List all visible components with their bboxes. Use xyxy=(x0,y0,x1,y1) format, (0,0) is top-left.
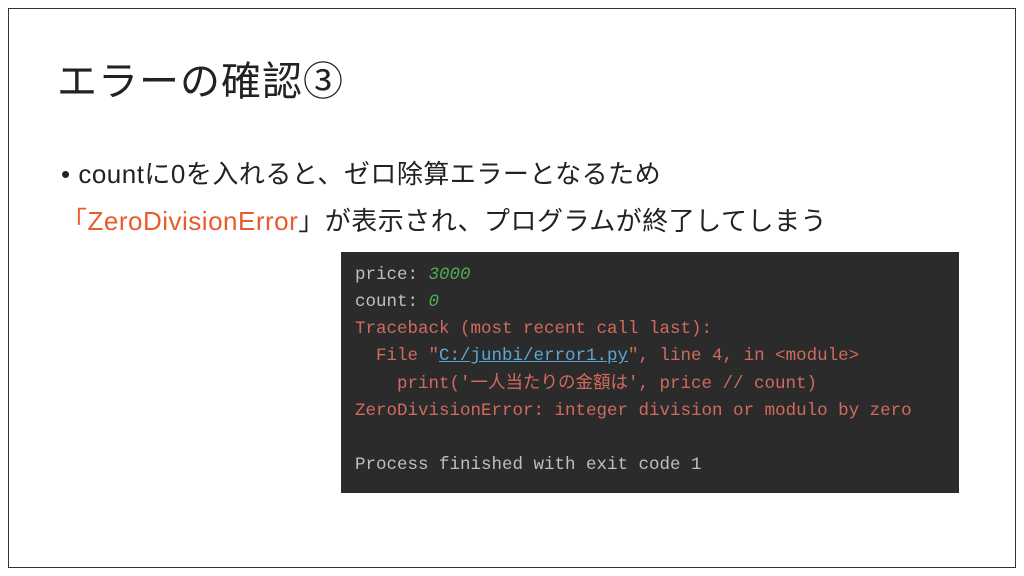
error-line: ZeroDivisionError: integer division or m… xyxy=(355,401,912,421)
file-link: C:/junbi/error1.py xyxy=(439,346,628,366)
bullet-line-1: countに0を入れると、ゼロ除算エラーとなるため xyxy=(61,151,967,198)
file-suffix: ", line 4, in <module> xyxy=(628,346,859,366)
bullet-line-2: 「ZeroDivisionError」が表示され、プログラムが終了してしまう xyxy=(61,198,967,245)
count-value: 0 xyxy=(429,292,440,312)
print-line: print('一人当たりの金額は', price // count) xyxy=(355,374,817,394)
quote-close-and-rest: 」が表示され、プログラムが終了してしまう xyxy=(298,206,827,236)
slide-title: エラーの確認③ xyxy=(57,49,967,107)
count-label: count: xyxy=(355,292,429,312)
file-prefix: File " xyxy=(355,346,439,366)
traceback-header: Traceback (most recent call last): xyxy=(355,319,712,339)
error-name-highlight: ZeroDivisionError xyxy=(88,206,299,236)
exit-line: Process finished with exit code 1 xyxy=(355,455,702,475)
price-value: 3000 xyxy=(429,265,471,285)
bullet-text: countに0を入れると、ゼロ除算エラーとなるため 「ZeroDivisionE… xyxy=(61,151,967,245)
price-label: price: xyxy=(355,265,429,285)
terminal-output: price: 3000 count: 0 Traceback (most rec… xyxy=(341,252,959,493)
quote-open: 「 xyxy=(61,206,88,236)
slide-frame: エラーの確認③ countに0を入れると、ゼロ除算エラーとなるため 「ZeroD… xyxy=(8,8,1016,568)
